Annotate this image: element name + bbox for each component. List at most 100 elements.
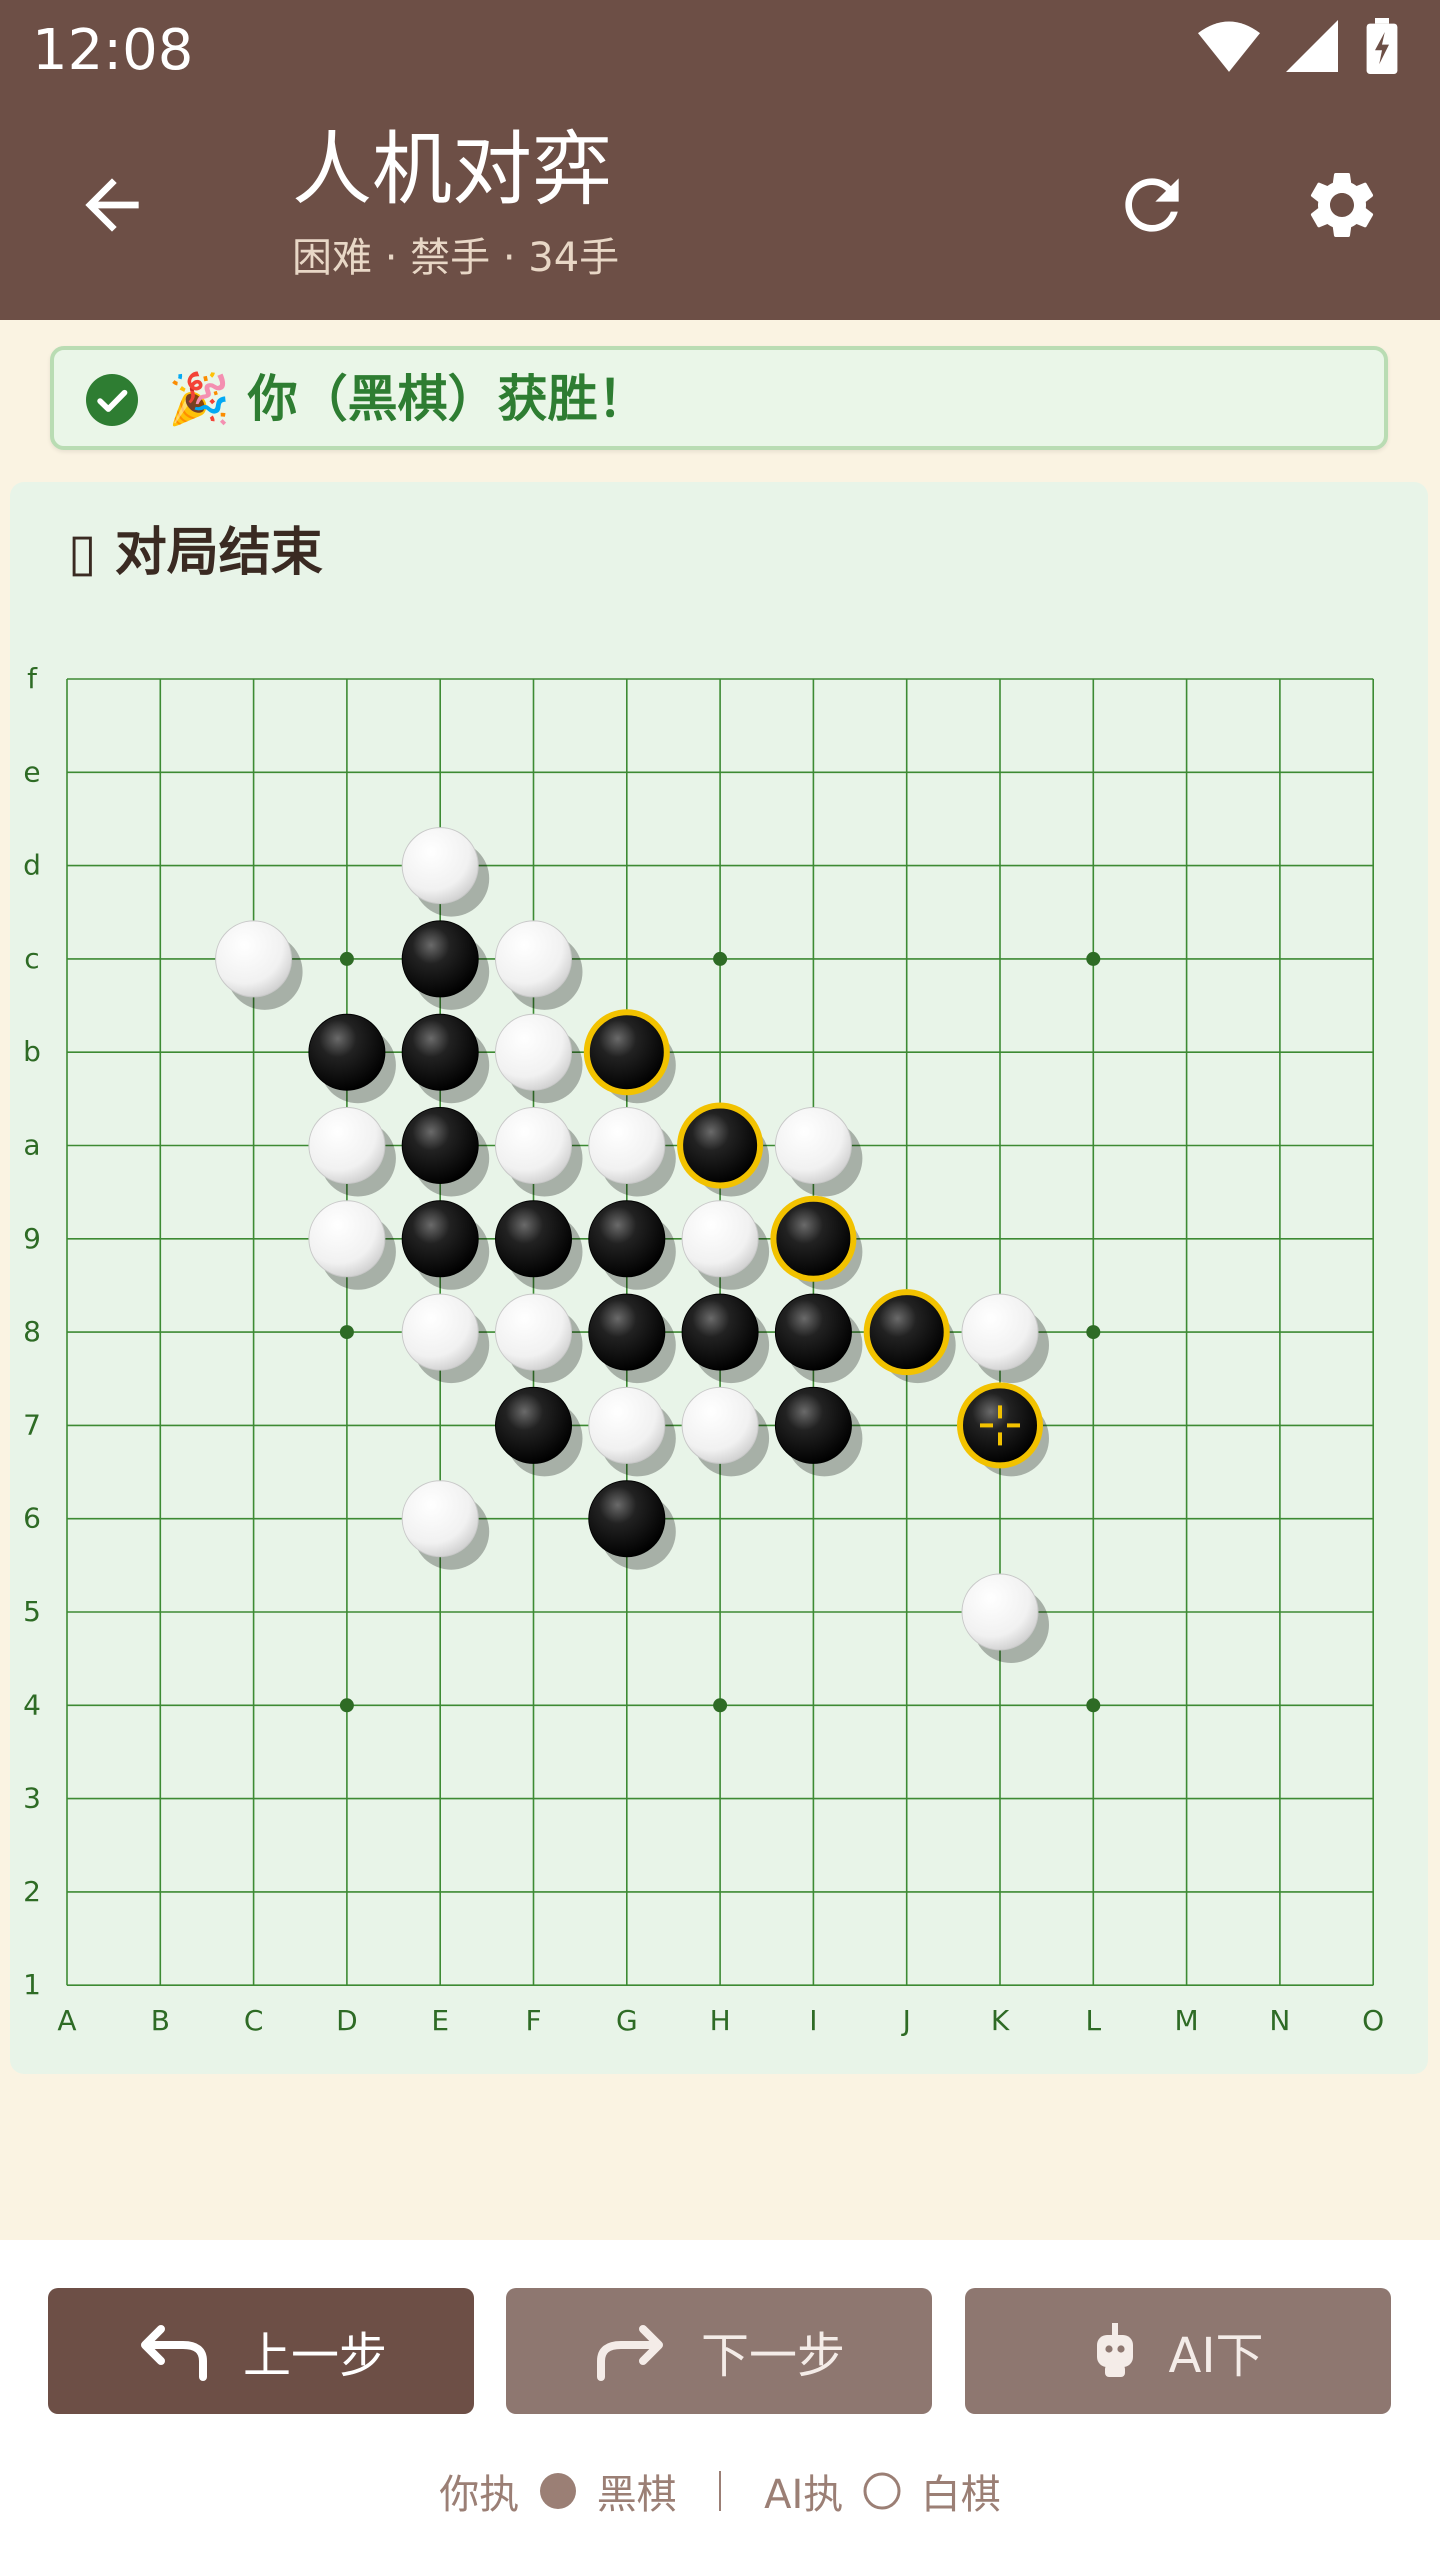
star-point bbox=[1086, 1698, 1101, 1713]
white-stone bbox=[401, 1293, 479, 1371]
black-stone bbox=[774, 1386, 852, 1464]
battery-charging-icon bbox=[1366, 18, 1398, 74]
row-label: 4 bbox=[23, 1688, 41, 1721]
row-label: 7 bbox=[23, 1408, 41, 1441]
black-stone bbox=[308, 1013, 386, 1091]
row-label: 2 bbox=[23, 1875, 41, 1908]
star-point bbox=[339, 1698, 354, 1713]
gear-icon[interactable] bbox=[1302, 165, 1382, 245]
ai-color: 白棋 bbox=[920, 2472, 1001, 2518]
row-label: f bbox=[27, 662, 38, 695]
column-label: D bbox=[336, 2004, 358, 2037]
row-label: d bbox=[23, 849, 41, 882]
column-label: H bbox=[710, 2004, 731, 2037]
row-label: c bbox=[24, 942, 39, 975]
row-label: 9 bbox=[23, 1222, 41, 1255]
column-label: G bbox=[616, 2004, 638, 2037]
you-label: 你执 bbox=[439, 2472, 520, 2518]
ai-label: AI执 bbox=[764, 2472, 844, 2518]
star-point bbox=[339, 951, 354, 966]
ai-move-label: AI下 bbox=[1168, 2328, 1264, 2384]
column-label: N bbox=[1269, 2004, 1290, 2037]
black-stone bbox=[401, 1107, 479, 1184]
redo-label: 下一步 bbox=[700, 2328, 845, 2384]
white-stone bbox=[961, 1573, 1039, 1651]
board-card: ▯ 对局结束 fedcba987654321ABCDEFGHIJKLMNO bbox=[10, 482, 1428, 2074]
you-color: 黑棋 bbox=[596, 2472, 677, 2518]
black-stone bbox=[681, 1293, 759, 1371]
star-point bbox=[1086, 1325, 1101, 1340]
column-label: A bbox=[57, 2004, 76, 2037]
check-circle-icon bbox=[86, 374, 138, 426]
app-bar: 12:08 人机对弈 困难 · 禁手 · 34手 bbox=[0, 0, 1440, 320]
column-label: O bbox=[1362, 2004, 1384, 2037]
divider bbox=[719, 2471, 722, 2511]
white-stone bbox=[495, 1293, 572, 1371]
refresh-icon[interactable] bbox=[1112, 165, 1192, 245]
black-stone bbox=[495, 1386, 572, 1464]
white-stone bbox=[308, 1200, 386, 1278]
white-stone bbox=[401, 1480, 479, 1558]
row-label: b bbox=[23, 1035, 41, 1068]
column-label: J bbox=[901, 2004, 911, 2037]
page-title: 人机对弈 bbox=[292, 123, 612, 216]
star-point bbox=[1086, 951, 1101, 966]
status-icons bbox=[1198, 18, 1400, 74]
win-message: 🎉 你（黑棋）获胜！ bbox=[168, 370, 648, 428]
redo-button[interactable]: 下一步 bbox=[506, 2288, 932, 2414]
white-stone bbox=[588, 1107, 666, 1184]
white-stone bbox=[774, 1107, 852, 1184]
black-stone bbox=[588, 1480, 666, 1558]
row-label: 8 bbox=[23, 1315, 41, 1348]
white-stone bbox=[961, 1293, 1039, 1371]
white-stone bbox=[681, 1200, 759, 1278]
column-label: C bbox=[244, 2004, 264, 2037]
status-time: 12:08 bbox=[32, 18, 194, 83]
black-stone bbox=[774, 1293, 852, 1371]
row-label: 3 bbox=[23, 1782, 41, 1815]
white-stone bbox=[308, 1107, 386, 1184]
column-label: E bbox=[431, 2004, 449, 2037]
back-arrow-icon[interactable] bbox=[72, 165, 152, 245]
robot-icon bbox=[1096, 2323, 1133, 2377]
black-stone bbox=[401, 920, 479, 998]
white-stone bbox=[681, 1386, 759, 1464]
white-stone bbox=[588, 1386, 666, 1464]
column-label: K bbox=[991, 2004, 1010, 2037]
black-stone bbox=[588, 1293, 666, 1371]
column-label: F bbox=[525, 2004, 541, 2037]
wifi-icon bbox=[1198, 21, 1260, 72]
row-label: 1 bbox=[23, 1968, 41, 2001]
undo-button[interactable]: 上一步 bbox=[48, 2288, 474, 2414]
game-info-subtitle: 困难 · 禁手 · 34手 bbox=[292, 235, 620, 281]
column-label: B bbox=[151, 2004, 170, 2037]
column-label: I bbox=[809, 2004, 817, 2037]
redo-arrow-icon bbox=[596, 2325, 663, 2381]
black-stone bbox=[495, 1200, 572, 1278]
row-label: 5 bbox=[23, 1595, 41, 1628]
column-label: M bbox=[1175, 2004, 1199, 2037]
black-stone bbox=[401, 1200, 479, 1278]
hollow-circle-icon bbox=[863, 2472, 901, 2510]
undo-label: 上一步 bbox=[242, 2328, 387, 2384]
star-point bbox=[713, 1698, 728, 1713]
ai-move-button[interactable]: AI下 bbox=[965, 2288, 1391, 2414]
white-stone bbox=[495, 920, 572, 998]
row-label: a bbox=[23, 1129, 40, 1162]
player-info: 你执 黑棋 AI执 白棋 bbox=[0, 2462, 1440, 2520]
white-stone bbox=[215, 920, 293, 998]
gomoku-board[interactable]: f e d c b a 9 8 7 6 5 4 3 2 1A B C D E F G H I J K L M N O bbox=[10, 482, 1428, 2074]
win-banner: 🎉 你（黑棋）获胜！ bbox=[50, 346, 1388, 450]
undo-arrow-icon bbox=[140, 2325, 207, 2381]
filled-circle-icon bbox=[539, 2473, 576, 2509]
row-label: e bbox=[23, 755, 40, 788]
white-stone bbox=[495, 1107, 572, 1184]
star-point bbox=[713, 951, 728, 966]
column-label: L bbox=[1085, 2004, 1101, 2037]
white-stone bbox=[401, 827, 479, 905]
bottom-controls: 上一步 下一步 AI下 你执 黑棋 AI执 白棋 bbox=[0, 2240, 1440, 2560]
row-label: 6 bbox=[23, 1502, 41, 1535]
signal-icon bbox=[1286, 20, 1338, 72]
star-point bbox=[339, 1325, 354, 1340]
white-stone bbox=[495, 1013, 572, 1091]
